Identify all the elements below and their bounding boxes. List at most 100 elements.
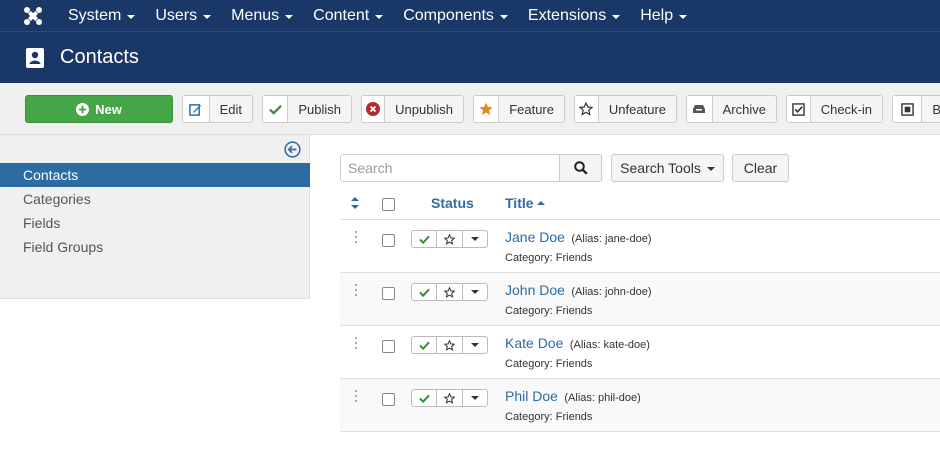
- menu-users[interactable]: Users: [145, 0, 221, 31]
- actions-dropdown[interactable]: [463, 390, 487, 406]
- star-outline-icon: [443, 392, 455, 404]
- unpublish-label: Unpublish: [395, 101, 453, 117]
- menu-label: Extensions: [527, 6, 607, 24]
- status-column-header[interactable]: Status: [431, 195, 474, 211]
- check-icon: [418, 235, 430, 244]
- new-button[interactable]: New: [25, 95, 173, 123]
- sidebar-item-contacts[interactable]: Contacts: [0, 163, 310, 187]
- caret-down-icon: [127, 14, 136, 19]
- star-outline-icon: [443, 339, 455, 351]
- search-input[interactable]: Search: [340, 154, 560, 182]
- contact-category: Category: Friends: [505, 358, 593, 370]
- featured-toggle[interactable]: [437, 390, 463, 406]
- featured-toggle[interactable]: [437, 284, 463, 300]
- menu-extensions[interactable]: Extensions: [518, 0, 630, 31]
- star-outline-icon: [443, 233, 455, 245]
- clear-button[interactable]: Clear: [732, 154, 789, 182]
- title-column-header[interactable]: Title: [505, 195, 545, 211]
- drag-handle-icon[interactable]: [354, 390, 358, 402]
- published-toggle[interactable]: [412, 337, 438, 353]
- contact-alias: (Alias: kate-doe): [569, 339, 650, 351]
- top-navbar: System Users Menus Content Components Ex…: [0, 0, 940, 31]
- drag-handle-icon[interactable]: [354, 284, 358, 296]
- feature-label: Feature: [509, 101, 554, 117]
- check-icon: [418, 341, 430, 350]
- contact-category: Category: Friends: [505, 305, 593, 317]
- actions-dropdown[interactable]: [463, 231, 487, 247]
- collapse-sidebar-icon[interactable]: [284, 141, 301, 158]
- status-button-group: [411, 389, 488, 407]
- sidebar-item-field-groups[interactable]: Field Groups: [0, 235, 310, 259]
- checkbox-checked-icon: [787, 96, 811, 122]
- unpublish-button[interactable]: Unpublish: [361, 95, 464, 123]
- featured-toggle[interactable]: [437, 231, 463, 247]
- clear-label: Clear: [743, 160, 778, 176]
- published-toggle[interactable]: [412, 390, 438, 406]
- search-button[interactable]: [559, 154, 602, 182]
- archive-icon: [687, 96, 713, 122]
- contact-name-link[interactable]: Jane Doe: [505, 229, 565, 245]
- page-header: Contacts: [0, 31, 940, 83]
- caret-down-icon: [470, 290, 479, 294]
- star-icon: [474, 96, 500, 122]
- contact-name-link[interactable]: Phil Doe: [505, 388, 558, 404]
- check-icon: [263, 96, 289, 122]
- menu-label: Components: [403, 6, 494, 24]
- status-button-group: [411, 336, 488, 354]
- row-checkbox[interactable]: [382, 287, 395, 300]
- menu-label: Help: [640, 6, 674, 24]
- menu-menus[interactable]: Menus: [221, 0, 303, 31]
- sidebar-item-fields[interactable]: Fields: [0, 211, 310, 235]
- contact-name-link[interactable]: Kate Doe: [505, 335, 563, 351]
- checkin-button[interactable]: Check-in: [786, 95, 883, 123]
- plus-circle-icon: [76, 102, 90, 116]
- feature-button[interactable]: Feature: [473, 95, 565, 123]
- featured-toggle[interactable]: [437, 337, 463, 353]
- batch-icon: [893, 96, 923, 122]
- archive-button[interactable]: Archive: [686, 95, 777, 123]
- page-title: Contacts: [60, 46, 139, 68]
- sort-ordering-icon[interactable]: [350, 196, 360, 210]
- row-checkbox[interactable]: [382, 340, 395, 353]
- check-icon: [418, 394, 430, 403]
- menu-content[interactable]: Content: [303, 0, 393, 31]
- actions-dropdown[interactable]: [463, 337, 487, 353]
- batch-button[interactable]: B: [892, 95, 940, 123]
- search-placeholder: Search: [348, 160, 393, 176]
- menu-components[interactable]: Components: [393, 0, 518, 31]
- drag-handle-icon[interactable]: [354, 231, 358, 243]
- edit-label: Edit: [219, 101, 242, 117]
- caret-down-icon: [499, 14, 508, 19]
- published-toggle[interactable]: [412, 284, 438, 300]
- row-checkbox[interactable]: [382, 393, 395, 406]
- contact-name-link[interactable]: John Doe: [505, 282, 565, 298]
- row-checkbox[interactable]: [382, 234, 395, 247]
- table-row: Jane Doe (Alias: jane-doe) Category: Fri…: [340, 220, 940, 273]
- star-outline-icon: [575, 96, 599, 122]
- table-row: John Doe (Alias: john-doe) Category: Fri…: [340, 273, 940, 326]
- actions-dropdown[interactable]: [463, 284, 487, 300]
- publish-button[interactable]: Publish: [262, 95, 352, 123]
- star-outline-icon: [443, 286, 455, 298]
- select-all-checkbox[interactable]: [382, 198, 395, 211]
- search-tools-button[interactable]: Search Tools: [611, 154, 724, 182]
- unpublish-icon: [362, 96, 386, 122]
- menu-help[interactable]: Help: [630, 0, 697, 31]
- menu-label: Menus: [231, 6, 280, 24]
- menu-label: Users: [155, 6, 198, 24]
- contact-alias: (Alias: phil-doe): [564, 392, 641, 404]
- unfeature-button[interactable]: Unfeature: [574, 95, 677, 123]
- sidebar: Contacts Categories Fields Field Groups: [0, 135, 310, 299]
- edit-button[interactable]: Edit: [182, 95, 253, 123]
- status-button-group: [411, 283, 488, 301]
- published-toggle[interactable]: [412, 231, 438, 247]
- drag-handle-icon[interactable]: [354, 337, 358, 349]
- sidebar-item-categories[interactable]: Categories: [0, 187, 310, 211]
- unfeature-label: Unfeature: [608, 101, 666, 117]
- caret-down-icon: [612, 14, 621, 19]
- joomla-logo-icon[interactable]: [12, 0, 54, 31]
- title-header-label: Title: [505, 195, 534, 211]
- contact-category: Category: Friends: [505, 411, 593, 423]
- checkin-label: Check-in: [820, 101, 872, 117]
- menu-system[interactable]: System: [58, 0, 145, 31]
